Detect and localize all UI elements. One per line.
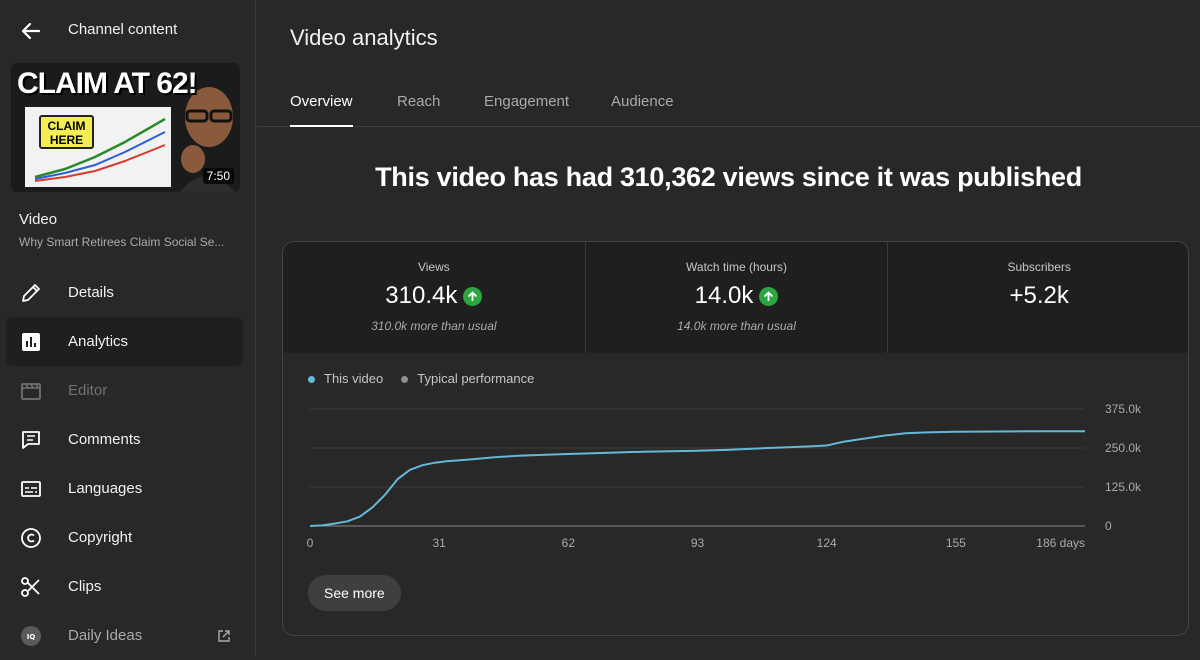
video-title: Why Smart Retirees Claim Social Se... [19, 235, 225, 249]
copyright-icon [21, 527, 41, 548]
x-tick-label: 93 [691, 536, 705, 550]
x-tick-label: 0 [307, 536, 314, 550]
chart-legend: This video Typical performance [308, 371, 534, 386]
video-duration: 7:50 [202, 168, 234, 184]
metric-value: 310.4k [385, 282, 458, 309]
tab-engagement[interactable]: Engagement [484, 93, 569, 127]
y-tick-label: 375.0k [1105, 402, 1142, 416]
sidebar-item-daily-ideas[interactable]: IQ Daily Ideas [6, 611, 243, 660]
sidebar-item-label: Comments [68, 431, 141, 448]
sidebar-item-languages[interactable]: Languages [6, 464, 243, 513]
editor-icon [21, 382, 41, 400]
back-arrow-icon[interactable] [18, 18, 44, 44]
y-tick-label: 0 [1105, 519, 1112, 533]
comments-icon [22, 430, 40, 449]
tab-audience[interactable]: Audience [611, 93, 674, 127]
x-tick-label: 31 [432, 536, 446, 550]
metric-comparison: 310.0k more than usual [371, 319, 497, 333]
analytics-icon [22, 332, 40, 351]
sidebar-item-label: Copyright [68, 529, 133, 546]
y-tick-label: 125.0k [1105, 480, 1142, 494]
analytics-tabs: Overview Reach Engagement Audience [257, 80, 1200, 127]
legend-label: This video [324, 371, 384, 386]
video-label: Video [19, 211, 58, 228]
subtitles-icon [21, 480, 41, 497]
legend-dot [401, 376, 409, 384]
sidebar-item-copyright[interactable]: Copyright [6, 513, 243, 562]
sidebar-item-clips[interactable]: Clips [6, 562, 243, 611]
series-line-this-video [309, 430, 1085, 527]
metric-value-row: +5.2k [888, 282, 1188, 310]
sidebar-item-details[interactable]: Details [6, 268, 243, 317]
metric-label: Subscribers [1007, 260, 1071, 274]
metric-label: Views [417, 260, 450, 274]
views-headline: This video has had 310,362 views since i… [375, 162, 1082, 192]
sidebar-item-label: Editor [68, 382, 108, 399]
x-tick-label: 186 days [1036, 536, 1085, 550]
metric-value: +5.2k [1009, 282, 1069, 309]
external-link-icon [218, 629, 230, 642]
sidebar: Channel content CLAIM HERE CLAIM AT 62! … [0, 0, 256, 655]
overview-card: Views 310.4k 310.0k more than usual Watc… [282, 241, 1189, 636]
sidebar-nav: Details Analytics Editor Comments Langua… [6, 268, 243, 660]
daily-ideas-icon: IQ [21, 625, 41, 646]
x-tick-label: 62 [562, 536, 576, 550]
sidebar-item-label: Analytics [68, 333, 129, 350]
legend-label: Typical performance [417, 371, 535, 386]
sidebar-item-label: Details [68, 284, 114, 301]
metric-value: 14.0k [694, 282, 754, 309]
scissors-icon [21, 576, 40, 597]
metric-subscribers[interactable]: Subscribers +5.2k [887, 242, 1188, 353]
sidebar-item-label: Daily Ideas [68, 627, 143, 644]
svg-text:IQ: IQ [27, 633, 36, 641]
metric-watch-time[interactable]: Watch time (hours) 14.0k 14.0k more than… [584, 242, 888, 353]
channel-content-title: Channel content [68, 21, 178, 38]
video-thumbnail[interactable]: CLAIM HERE CLAIM AT 62! 7:50 [11, 63, 240, 192]
y-tick-label: 250.0k [1105, 441, 1142, 455]
x-tick-label: 155 [946, 536, 966, 550]
metric-tabs: Views 310.4k 310.0k more than usual Watc… [283, 242, 1188, 353]
metric-value-row: 310.4k [283, 282, 585, 310]
metric-label: Watch time (hours) [686, 260, 787, 274]
page-title: Video analytics [290, 25, 438, 50]
trend-up-icon [759, 286, 779, 306]
metric-views[interactable]: Views 310.4k 310.0k more than usual [283, 242, 585, 353]
sidebar-item-editor[interactable]: Editor [6, 366, 243, 415]
legend-typical: Typical performance [401, 371, 534, 386]
see-more-button[interactable]: See more [308, 575, 401, 611]
sidebar-item-comments[interactable]: Comments [6, 415, 243, 464]
sidebar-item-label: Languages [68, 480, 143, 497]
thumbnail-title-text: CLAIM AT 62! [17, 67, 198, 100]
x-tick-label: 124 [817, 536, 837, 550]
thumbnail-claim-badge: CLAIM HERE [39, 115, 94, 149]
sidebar-item-label: Clips [68, 578, 102, 595]
views-line-chart: 0 125.0k 250.0k 375.0k 0 31 62 93 124 155 186 days [307, 402, 1142, 550]
sidebar-item-analytics[interactable]: Analytics [6, 317, 243, 366]
pencil-icon [22, 283, 40, 302]
tab-reach[interactable]: Reach [397, 93, 440, 127]
legend-dot [308, 376, 315, 384]
main-content: Video analytics Overview Reach Engagemen… [257, 0, 1200, 655]
legend-this-video: This video [308, 371, 383, 386]
metric-value-row: 14.0k [586, 282, 888, 310]
metric-comparison: 14.0k more than usual [677, 319, 796, 333]
tab-overview[interactable]: Overview [290, 93, 353, 127]
trend-up-icon [463, 286, 483, 306]
